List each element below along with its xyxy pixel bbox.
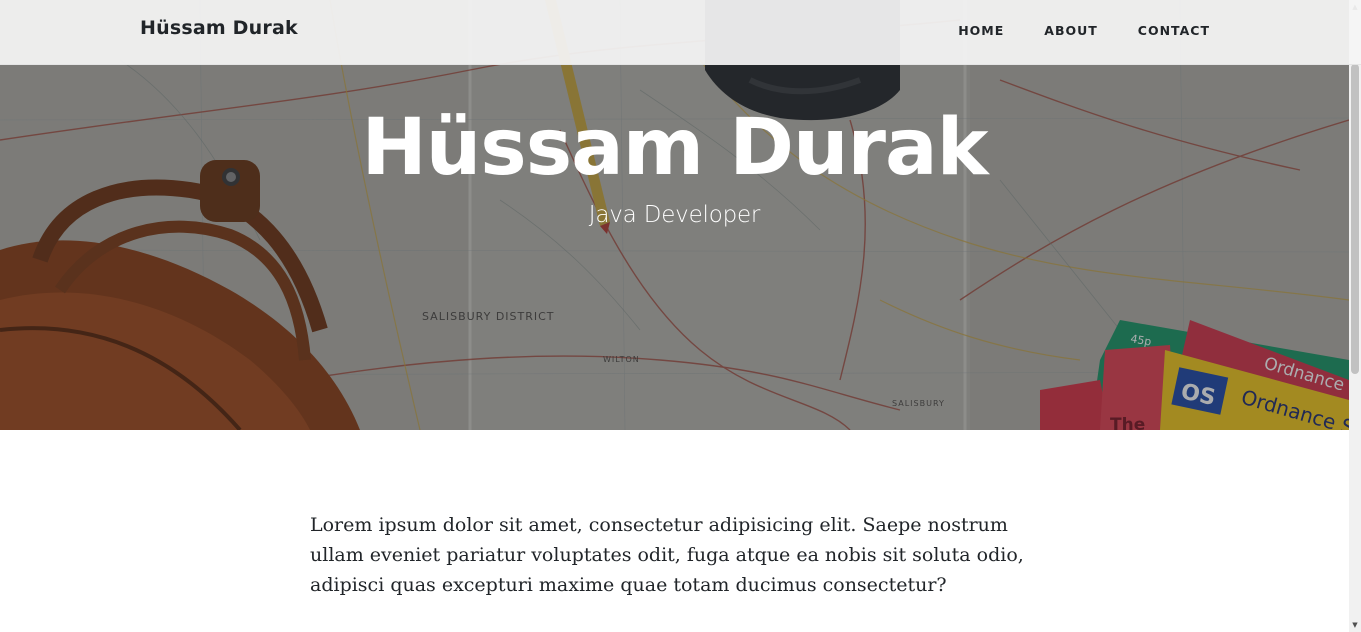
nav-link-contact[interactable]: CONTACT [1138, 23, 1210, 38]
page-scrollbar[interactable]: ▲ ▼ [1349, 0, 1361, 632]
nav-link-home[interactable]: HOME [958, 23, 1004, 38]
nav-links: HOME ABOUT CONTACT [958, 23, 1210, 38]
navbar-brand-link[interactable]: Hüssam Durak [140, 17, 298, 39]
nav-link-about[interactable]: ABOUT [1044, 23, 1098, 38]
scrollbar-thumb[interactable] [1351, 64, 1359, 374]
main-navbar: Hüssam Durak HOME ABOUT CONTACT [0, 0, 1361, 65]
scroll-down-arrow-icon[interactable]: ▼ [1349, 618, 1361, 632]
hero-title: Hüssam Durak [361, 103, 989, 193]
hero-subtitle: Java Developer [588, 202, 761, 228]
site-heading: Hüssam Durak Java Developer [0, 102, 1349, 228]
intro-paragraph: Lorem ipsum dolor sit amet, consectetur … [310, 514, 1024, 596]
